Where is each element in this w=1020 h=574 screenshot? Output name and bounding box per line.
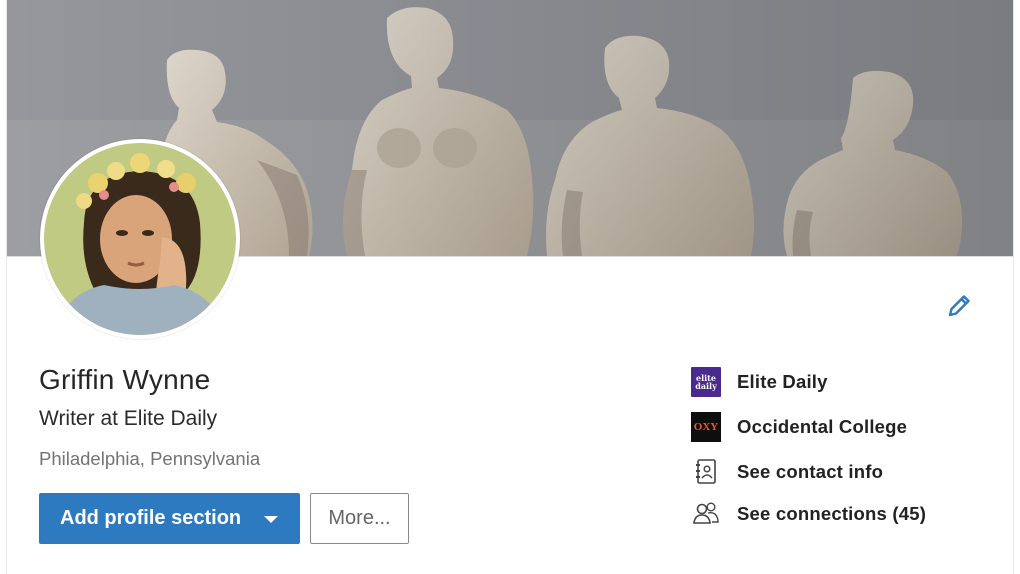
occidental-logo-text: OXY (693, 421, 719, 433)
caret-down-icon (264, 516, 278, 523)
more-button[interactable]: More... (310, 493, 409, 544)
profile-photo (44, 143, 236, 335)
contact-info-label: See contact info (737, 461, 884, 482)
profile-name: Griffin Wynne (39, 364, 211, 395)
add-profile-section-button[interactable]: Add profile section (39, 493, 300, 544)
avatar[interactable] (40, 139, 240, 339)
contact-card-icon (691, 457, 721, 487)
sidebar-item-connections[interactable]: See connections (45) (691, 498, 926, 530)
connections-label: See connections (45) (737, 503, 927, 524)
school-label: Occidental College (737, 416, 908, 437)
sidebar-item-contact-info[interactable]: See contact info (691, 456, 883, 488)
elite-daily-logo: elite daily (691, 367, 721, 397)
sidebar-item-company[interactable]: elite daily Elite Daily (691, 366, 828, 398)
people-icon (691, 499, 721, 529)
occidental-logo: OXY (691, 412, 721, 442)
pencil-icon (948, 295, 970, 317)
profile-card: Griffin Wynne Writer at Elite Daily Phil… (6, 0, 1014, 574)
sidebar-item-school[interactable]: OXY Occidental College (691, 411, 907, 443)
profile-headline: Writer at Elite Daily (39, 407, 218, 430)
company-label: Elite Daily (737, 371, 828, 392)
edit-profile-button[interactable] (943, 290, 975, 322)
profile-location: Philadelphia, Pennsylvania (39, 448, 261, 469)
add-profile-section-label: Add profile section (60, 507, 242, 529)
